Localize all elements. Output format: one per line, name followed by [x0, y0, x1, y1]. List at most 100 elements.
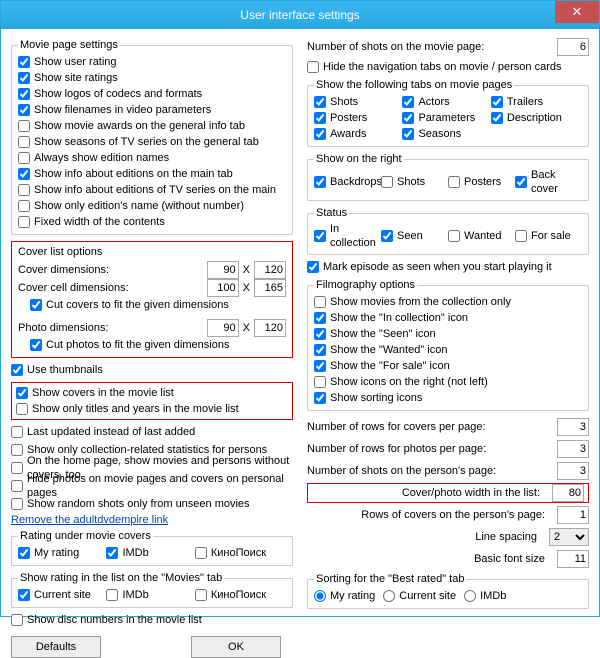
cb-current-site[interactable]: Current site	[18, 587, 106, 603]
chk-thumbs[interactable]	[11, 364, 23, 376]
rows-photos-input[interactable]	[557, 440, 589, 458]
cb-hide-photos[interactable]: Hide photos on movie pages and covers on…	[11, 478, 293, 494]
chk-last-updated[interactable]	[11, 426, 23, 438]
cb-st-incoll[interactable]: In collection	[314, 222, 381, 250]
cover-h-input[interactable]	[254, 261, 286, 279]
cb-right-shots[interactable]: Shots	[381, 168, 448, 196]
cb-logos[interactable]: Show logos of codecs and formats	[18, 86, 286, 102]
cb-st-wanted[interactable]: Wanted	[448, 222, 515, 250]
chk-home-nocovers[interactable]	[11, 462, 23, 474]
cb-tab-posters[interactable]: Posters	[314, 110, 402, 126]
cb-tab-params[interactable]: Parameters	[402, 110, 490, 126]
cb-show-covers[interactable]: Show covers in the movie list	[16, 385, 288, 401]
font-size-input[interactable]	[557, 550, 589, 568]
cb-seasons-general[interactable]: Show seasons of TV series on the general…	[18, 134, 286, 150]
cb-cut-covers[interactable]: Cut covers to fit the given dimensions	[30, 297, 286, 313]
chk-current-site[interactable]	[18, 589, 30, 601]
cell-h-input[interactable]	[254, 279, 286, 297]
cb-cut-photos[interactable]: Cut photos to fit the given dimensions	[30, 337, 286, 353]
defaults-button[interactable]: Defaults	[11, 636, 101, 658]
cb-only-edition[interactable]: Show only edition's name (without number…	[18, 198, 286, 214]
chk-coll-stats[interactable]	[11, 444, 23, 456]
chk-imdb[interactable]	[106, 547, 118, 559]
cb-tab-trailers[interactable]: Trailers	[491, 94, 579, 110]
cb-filmo-incoll[interactable]: Show the "In collection" icon	[314, 310, 582, 326]
cb-fixed-width[interactable]: Fixed width of the contents	[18, 214, 286, 230]
cb-awards-general[interactable]: Show movie awards on the general info ta…	[18, 118, 286, 134]
cb-tab-shots[interactable]: Shots	[314, 94, 402, 110]
cb-st-forsale[interactable]: For sale	[515, 222, 582, 250]
cb-mark-episode[interactable]: Mark episode as seen when you start play…	[307, 259, 589, 275]
cb-filenames[interactable]: Show filenames in video parameters	[18, 102, 286, 118]
cb-back-cover[interactable]: Back cover	[515, 168, 582, 196]
cb-edition-names[interactable]: Always show edition names	[18, 150, 286, 166]
chk-editions-main[interactable]	[18, 168, 30, 180]
cb-filmo-wanted[interactable]: Show the "Wanted" icon	[314, 342, 582, 358]
cb-imdb[interactable]: IMDb	[106, 545, 194, 561]
cb-tab-awards[interactable]: Awards	[314, 126, 402, 142]
chk-edition-names[interactable]	[18, 152, 30, 164]
ok-button[interactable]: OK	[191, 636, 281, 658]
cb-last-updated[interactable]: Last updated instead of last added	[11, 424, 293, 440]
shots-movie-input[interactable]	[557, 38, 589, 56]
cb-filmo-right[interactable]: Show icons on the right (not left)	[314, 374, 582, 390]
rad-current-site[interactable]: Current site	[383, 588, 456, 604]
cb-filmo-forsale[interactable]: Show the "For sale" icon	[314, 358, 582, 374]
chk-only-titles[interactable]	[16, 403, 28, 415]
chk-seasons-general[interactable]	[18, 136, 30, 148]
chk-logos[interactable]	[18, 88, 30, 100]
cb-filmo-seen[interactable]: Show the "Seen" icon	[314, 326, 582, 342]
cb-hide-nav[interactable]: Hide the navigation tabs on movie / pers…	[307, 59, 589, 75]
chk-kino[interactable]	[195, 547, 207, 559]
cb-filmo-coll[interactable]: Show movies from the collection only	[314, 294, 582, 310]
cb-editions-main[interactable]: Show info about editions on the main tab	[18, 166, 286, 182]
cb-random-unseen[interactable]: Show random shots only from unseen movie…	[11, 496, 293, 512]
rad-imdb[interactable]: IMDb	[464, 588, 506, 604]
chk-hide-nav[interactable]	[307, 61, 319, 73]
cb-thumbs[interactable]: Use thumbnails	[11, 362, 293, 378]
chk-disc-numbers[interactable]	[11, 614, 23, 626]
chk-awards-general[interactable]	[18, 120, 30, 132]
cover-width-input[interactable]	[552, 484, 584, 502]
cb-only-titles[interactable]: Show only titles and years in the movie …	[16, 401, 288, 417]
cb-disc-numbers[interactable]: Show disc numbers in the movie list	[11, 612, 293, 628]
cb-user-rating[interactable]: Show user rating	[18, 54, 286, 70]
chk-imdb2[interactable]	[106, 589, 118, 601]
chk-cut-covers[interactable]	[30, 299, 42, 311]
chk-filenames[interactable]	[18, 104, 30, 116]
cb-editions-tv[interactable]: Show info about editions of TV series on…	[18, 182, 286, 198]
rad-my-rating[interactable]: My rating	[314, 588, 375, 604]
cb-st-seen[interactable]: Seen	[381, 222, 448, 250]
chk-fixed-width[interactable]	[18, 216, 30, 228]
cb-filmo-sorting[interactable]: Show sorting icons	[314, 390, 582, 406]
line-spacing-select[interactable]: 2	[549, 528, 589, 546]
chk-user-rating[interactable]	[18, 56, 30, 68]
rows-covers-input[interactable]	[557, 418, 589, 436]
chk-show-covers[interactable]	[16, 387, 28, 399]
photo-w-input[interactable]	[207, 319, 239, 337]
chk-kino2[interactable]	[195, 589, 207, 601]
chk-my-rating[interactable]	[18, 547, 30, 559]
cb-right-posters[interactable]: Posters	[448, 168, 515, 196]
cb-imdb2[interactable]: IMDb	[106, 587, 194, 603]
cb-tab-actors[interactable]: Actors	[402, 94, 490, 110]
shots-person-input[interactable]	[557, 462, 589, 480]
cb-kino2[interactable]: КиноПоиск	[195, 587, 283, 603]
chk-random-unseen[interactable]	[11, 498, 23, 510]
chk-cut-photos[interactable]	[30, 339, 42, 351]
cb-site-ratings[interactable]: Show site ratings	[18, 70, 286, 86]
cb-kino[interactable]: КиноПоиск	[195, 545, 283, 561]
cb-tab-desc[interactable]: Description	[491, 110, 579, 126]
chk-site-ratings[interactable]	[18, 72, 30, 84]
cover-w-input[interactable]	[207, 261, 239, 279]
chk-hide-photos[interactable]	[11, 480, 23, 492]
cb-my-rating[interactable]: My rating	[18, 545, 106, 561]
cell-w-input[interactable]	[207, 279, 239, 297]
cb-backdrops[interactable]: Backdrops	[314, 168, 381, 196]
close-button[interactable]: ✕	[555, 1, 599, 23]
rows-person-input[interactable]	[557, 506, 589, 524]
chk-editions-tv[interactable]	[18, 184, 30, 196]
remove-adultdvdempire-link[interactable]: Remove the adultdvdempire link	[11, 514, 293, 526]
photo-h-input[interactable]	[254, 319, 286, 337]
chk-only-edition[interactable]	[18, 200, 30, 212]
